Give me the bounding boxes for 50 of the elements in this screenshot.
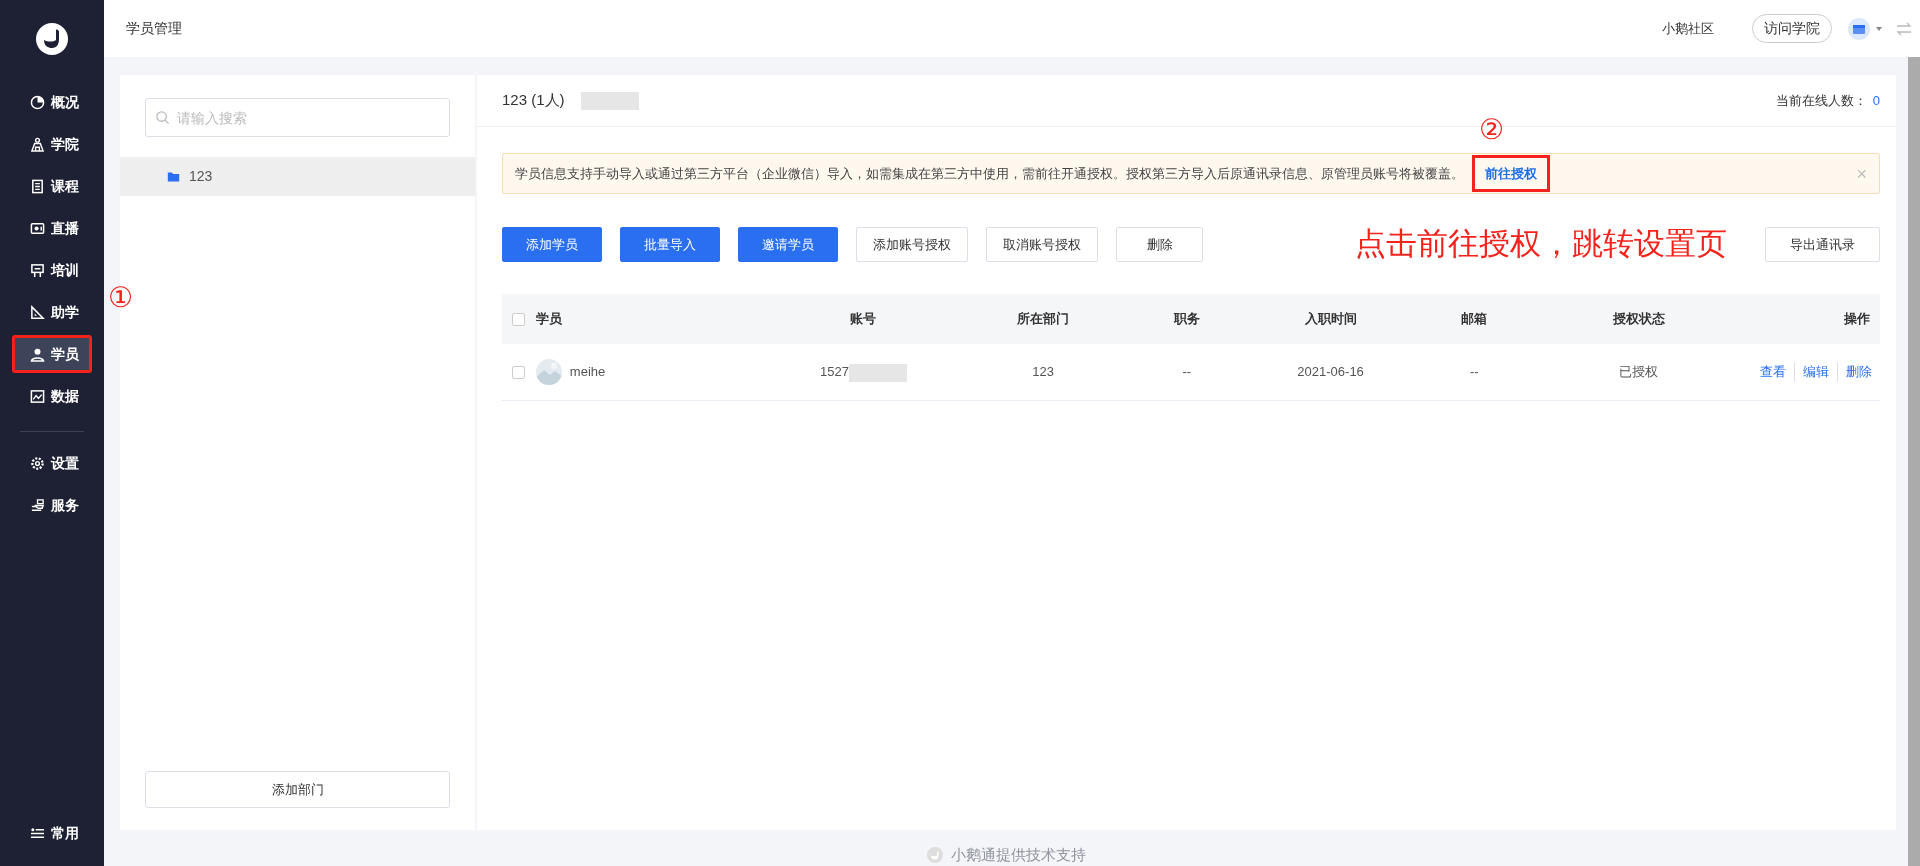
table-cell: 已授权 xyxy=(1619,364,1659,379)
department-heading: 123 (1人) xyxy=(502,90,565,111)
footer-text: 小鹅通提供技术支持 xyxy=(950,844,1086,865)
action-button[interactable]: 添加学员 xyxy=(502,226,602,262)
column-header: 邮箱 xyxy=(1461,310,1488,326)
step-marker: ② xyxy=(1479,115,1505,144)
add-department-button[interactable]: 添加部门 xyxy=(145,771,450,808)
online-count-label: 当前在线人数： xyxy=(1775,91,1867,110)
member-name: meihe xyxy=(569,363,606,381)
sidebar-item[interactable]: 课程 xyxy=(12,167,92,205)
column-header: 所在部门 xyxy=(1017,310,1070,326)
step-marker: ① xyxy=(108,284,134,312)
sidebar-item[interactable]: 概况 xyxy=(12,83,92,121)
sidebar-item[interactable]: 助学 xyxy=(12,293,92,331)
column-header: 账号 xyxy=(850,310,877,326)
sidebar-item[interactable]: 常用 xyxy=(12,814,92,852)
sidebar-item[interactable]: 数据 xyxy=(12,377,92,415)
column-header: 授权状态 xyxy=(1612,310,1665,326)
sidebar-item[interactable]: 学员 xyxy=(12,335,92,373)
table-cell: 1527 xyxy=(819,363,849,379)
community-link[interactable]: 小鹅社区 xyxy=(1662,18,1714,39)
action-button[interactable]: 删除 xyxy=(1116,226,1203,262)
column-header: 职务 xyxy=(1173,310,1200,326)
row-action-link[interactable]: 查看 xyxy=(1760,362,1786,382)
sidebar-item[interactable]: 培训 xyxy=(12,251,92,289)
table-cell: -- xyxy=(1470,364,1479,379)
column-header: 学员 xyxy=(535,310,562,326)
table-cell: 2021-06-16 xyxy=(1297,364,1364,379)
action-button[interactable]: 添加账号授权 xyxy=(856,226,968,262)
row-action-link[interactable]: 删除 xyxy=(1837,362,1872,382)
action-button[interactable]: 邀请学员 xyxy=(738,226,838,262)
notice-text: 学员信息支持手动导入或通过第三方平台（企业微信）导入，如需集成在第三方中使用，需前往开通授权。授权第三方导入后原通讯录信息、原管理员账号将被覆盖。 xyxy=(515,164,1464,183)
action-button[interactable]: 批量导入 xyxy=(620,226,720,262)
annotation-text: 点击前往授权，跳转设置页 xyxy=(1355,225,1727,263)
row-action-link[interactable]: 编辑 xyxy=(1794,362,1829,382)
export-button[interactable]: 导出通讯录 xyxy=(1765,226,1880,262)
tree-item[interactable]: 123 xyxy=(120,157,475,196)
sidebar-item[interactable]: 设置 xyxy=(12,444,92,482)
page-title: 学员管理 xyxy=(126,19,183,38)
table-cell: 123 xyxy=(1032,364,1054,379)
sidebar-item[interactable]: 直播 xyxy=(12,209,92,247)
action-button[interactable]: 取消账号授权 xyxy=(986,226,1098,262)
column-header: 操作 xyxy=(1844,310,1870,326)
sidebar-item[interactable]: 服务 xyxy=(12,486,92,524)
sidebar-item[interactable]: 学院 xyxy=(12,125,92,163)
visit-button[interactable]: 访问学院 xyxy=(1752,14,1832,43)
column-header: 入职时间 xyxy=(1304,310,1357,326)
search-field[interactable]: 请输入搜索 xyxy=(145,98,450,137)
online-count: 0 xyxy=(1872,91,1880,110)
table-cell: -- xyxy=(1182,364,1192,379)
